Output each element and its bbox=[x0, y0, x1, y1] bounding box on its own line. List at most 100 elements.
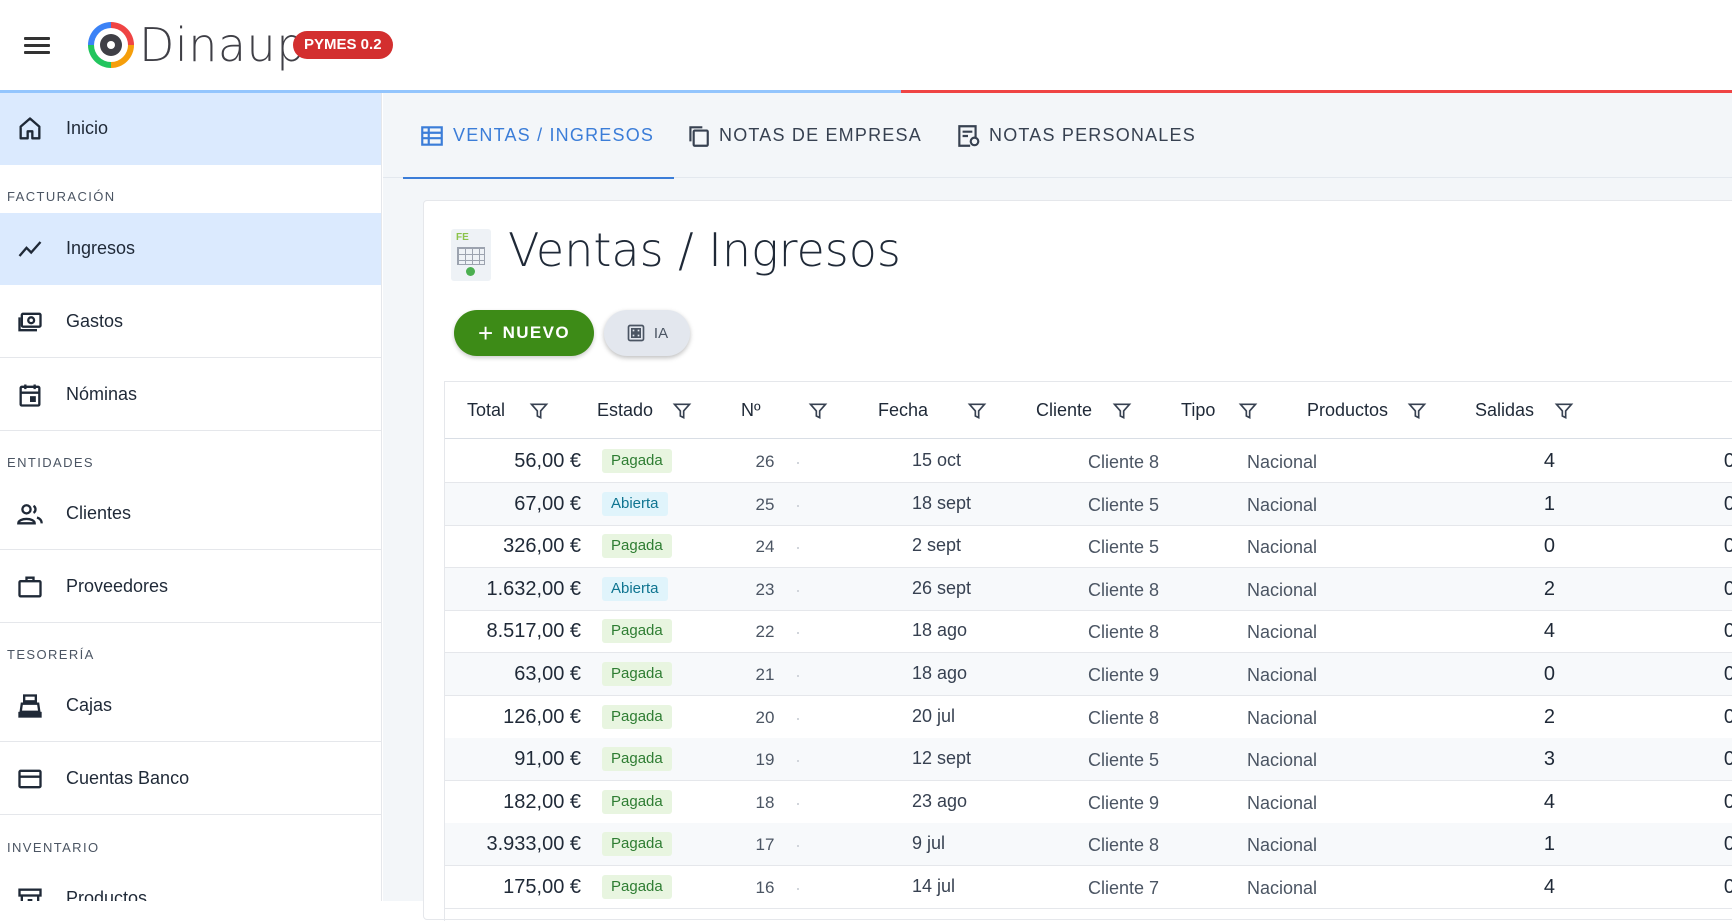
cell-cliente: Cliente 8 bbox=[1088, 579, 1160, 600]
cell-total: 182,00 € bbox=[503, 790, 581, 813]
cell-fecha: 26 sept bbox=[912, 577, 972, 598]
cell-numero: 22 bbox=[755, 622, 775, 642]
tab-notas-empresa[interactable]: NOTAS DE EMPRESA bbox=[685, 93, 922, 178]
cell-productos: 1 bbox=[1543, 492, 1555, 515]
sidebar-item-label: Nóminas bbox=[66, 384, 138, 404]
cell-salidas: 0 bbox=[1595, 876, 1732, 899]
cell-salidas: 0 bbox=[1595, 535, 1732, 558]
column-header-estado[interactable]: Estado bbox=[597, 400, 653, 421]
cell-fecha: 15 oct bbox=[912, 450, 962, 470]
filter-icon[interactable] bbox=[1554, 400, 1574, 422]
hamburger-menu-icon[interactable] bbox=[22, 33, 52, 59]
tab-notas-personales[interactable]: NOTAS PERSONALES bbox=[955, 93, 1196, 178]
table-row[interactable]: 3.933,00 € Pagada 17 9 jul Cliente 8 Nacional… bbox=[445, 823, 1732, 867]
cell-cliente: Cliente 5 bbox=[1088, 750, 1160, 771]
row-dot bbox=[797, 760, 799, 763]
sidebar-item-label: Gastos bbox=[66, 311, 124, 331]
cell-fecha: 18 ago bbox=[912, 620, 968, 641]
sales-table: Total Estado Nº Fecha Cliente Tipo Produ… bbox=[444, 381, 1732, 921]
sidebar-item-ingresos[interactable]: Ingresos bbox=[0, 213, 381, 285]
row-dot bbox=[797, 845, 799, 848]
sidebar-item-label: Proveedores bbox=[66, 576, 169, 596]
status-badge: Pagada bbox=[602, 789, 672, 814]
sidebar-item-label: Productos bbox=[66, 888, 148, 901]
cell-productos: 0 bbox=[1543, 535, 1555, 558]
row-dot bbox=[797, 802, 799, 805]
cell-productos: 2 bbox=[1543, 577, 1555, 600]
cell-fecha: 9 jul bbox=[912, 833, 946, 854]
table-row[interactable]: 1.632,00 € Abierta 23 26 sept Cliente 8 Nacio… bbox=[445, 567, 1732, 611]
column-header-tipo[interactable]: Tipo bbox=[1181, 400, 1215, 421]
table-row[interactable]: 91,00 € Pagada 19 12 sept Cliente 5 Nacional 3… bbox=[445, 738, 1732, 782]
filter-icon[interactable] bbox=[1407, 400, 1427, 422]
cell-numero: 23 bbox=[755, 579, 775, 599]
table-row[interactable]: 8.517,00 € Pagada 22 18 ago Cliente 8 Naciona… bbox=[445, 610, 1732, 654]
cell-productos: 4 bbox=[1543, 876, 1555, 898]
cell-cliente: Cliente 5 bbox=[1088, 537, 1160, 558]
column-header-fecha[interactable]: Fecha bbox=[878, 400, 928, 421]
filter-icon[interactable] bbox=[1112, 400, 1132, 422]
cell-total: 8.517,00 € bbox=[486, 620, 581, 643]
table-row[interactable]: 182,00 € Pagada 18 23 ago Cliente 9 Nacional 4… bbox=[445, 781, 1732, 824]
sidebar-item-label: Ingresos bbox=[66, 238, 136, 258]
sidebar-item-label: Cajas bbox=[66, 695, 113, 715]
top-bar: Dinaup PYMES 0.2 bbox=[0, 0, 1732, 93]
ia-button[interactable]: IA bbox=[604, 310, 690, 356]
column-header-cliente[interactable]: Cliente bbox=[1036, 400, 1092, 421]
cell-tipo: Nacional bbox=[1247, 665, 1318, 685]
sidebar-item-cajas[interactable]: Cajas bbox=[0, 670, 381, 742]
section-title-facturacion: FACTURACIÓN bbox=[7, 189, 116, 204]
table-row[interactable]: 63,00 € Pagada 21 18 ago Cliente 9 Nacional 0 0 bbox=[445, 653, 1732, 696]
cell-total: 126,00 € bbox=[503, 705, 581, 728]
table-row[interactable]: 126,00 € Pagada 20 20 jul Cliente 8 Nacional 2… bbox=[445, 696, 1732, 739]
cell-numero: 21 bbox=[755, 665, 775, 684]
filter-icon[interactable] bbox=[808, 400, 828, 422]
sidebar-item-gastos[interactable]: Gastos bbox=[0, 286, 381, 358]
status-badge: Pagada bbox=[602, 619, 672, 644]
column-header-salidas[interactable]: Salidas bbox=[1475, 400, 1534, 421]
filter-icon[interactable] bbox=[1238, 400, 1258, 422]
tab-ventas-ingresos[interactable]: VENTAS / INGRESOS bbox=[403, 93, 675, 179]
row-dot bbox=[797, 888, 799, 890]
filter-icon[interactable] bbox=[529, 400, 549, 422]
tab-label: NOTAS PERSONALES bbox=[989, 125, 1196, 145]
personal-notes-icon bbox=[958, 124, 980, 147]
table-row[interactable]: 56,00 € Pagada 26 15 oct Cliente 8 Nacional 4 0 bbox=[445, 440, 1732, 483]
table-row[interactable]: 326,00 € Pagada 24 2 sept Cliente 5 Nacional 0… bbox=[445, 525, 1732, 569]
filter-icon[interactable] bbox=[967, 400, 987, 422]
table-row[interactable]: 175,00 € Pagada 16 14 jul Cliente 7 Nacional 4… bbox=[445, 866, 1732, 909]
version-badge: PYMES 0.2 bbox=[293, 31, 393, 59]
home-icon bbox=[19, 117, 41, 140]
people-icon bbox=[17, 504, 43, 525]
cash-icon bbox=[18, 312, 42, 332]
trend-line-icon bbox=[18, 241, 42, 257]
cell-tipo: Nacional bbox=[1247, 792, 1318, 813]
table-icon bbox=[421, 125, 443, 146]
sidebar-item-clientes[interactable]: Clientes bbox=[0, 478, 381, 550]
column-header-numero[interactable]: Nº bbox=[741, 400, 761, 421]
status-badge: Pagada bbox=[602, 875, 672, 899]
cell-productos: 4 bbox=[1543, 790, 1555, 813]
ia-button-label: IA bbox=[653, 324, 669, 342]
row-dot bbox=[797, 717, 799, 720]
filter-icon[interactable] bbox=[672, 400, 692, 422]
new-button[interactable]: + NUEVO bbox=[454, 310, 594, 356]
cell-tipo: Nacional bbox=[1247, 835, 1318, 856]
sidebar-item-productos[interactable]: Productos bbox=[0, 863, 381, 901]
column-header-total[interactable]: Total bbox=[467, 400, 505, 421]
sidebar-item-proveedores[interactable]: Proveedores bbox=[0, 551, 381, 623]
sidebar-item-inicio[interactable]: Inicio bbox=[0, 93, 381, 165]
status-badge: Pagada bbox=[602, 449, 672, 473]
cell-total: 63,00 € bbox=[514, 663, 581, 685]
cell-productos: 0 bbox=[1543, 663, 1555, 685]
cell-fecha: 23 ago bbox=[912, 790, 968, 811]
sidebar-item-cuentas-banco[interactable]: Cuentas Banco bbox=[0, 743, 381, 815]
cell-fecha: 18 ago bbox=[912, 663, 968, 683]
status-badge: Pagada bbox=[602, 832, 672, 857]
cell-salidas: 0 bbox=[1595, 578, 1732, 601]
sidebar-item-nominas[interactable]: Nóminas bbox=[0, 359, 381, 431]
cell-cliente: Cliente 8 bbox=[1088, 707, 1160, 728]
column-header-productos[interactable]: Productos bbox=[1307, 400, 1388, 421]
tab-label: NOTAS DE EMPRESA bbox=[719, 125, 922, 145]
table-row[interactable]: 67,00 € Abierta 25 18 sept Cliente 5 Nacional… bbox=[445, 482, 1732, 526]
